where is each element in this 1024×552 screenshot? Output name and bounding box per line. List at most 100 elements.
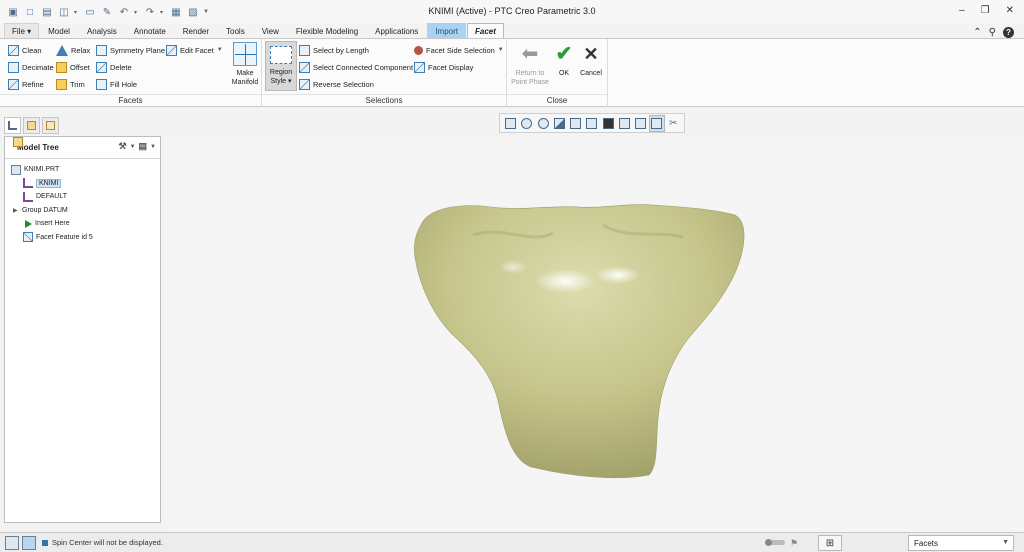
- chevron-down-icon[interactable]: ▼: [150, 144, 156, 150]
- cancel-button[interactable]: ✕ Cancel: [577, 42, 605, 78]
- delete-button[interactable]: Delete: [96, 60, 132, 74]
- zoom-out-icon[interactable]: [536, 115, 551, 132]
- decimate-button[interactable]: Decimate: [8, 60, 54, 74]
- insert-arrow-icon: [25, 219, 32, 228]
- chevron-down-icon[interactable]: ▼: [1002, 539, 1009, 546]
- symmetry-plane-button[interactable]: Symmetry Plane: [96, 43, 165, 57]
- flag-icon[interactable]: ⚑: [790, 538, 798, 549]
- tab-facet[interactable]: Facet: [466, 23, 504, 38]
- chevron-down-icon[interactable]: ▾: [74, 9, 80, 16]
- chevron-down-icon[interactable]: ▾: [160, 9, 166, 16]
- refine-button[interactable]: Refine: [8, 77, 44, 91]
- tree-item-insert-here[interactable]: Insert Here: [5, 217, 160, 231]
- customize-toolbar-icon[interactable]: ▼: [203, 9, 209, 15]
- window-icon[interactable]: ▧: [186, 5, 200, 19]
- show-menu-icon[interactable]: ▤: [139, 141, 148, 152]
- tree-settings-icon[interactable]: ⚒: [119, 141, 127, 152]
- tab-flexible-modeling[interactable]: Flexible Modeling: [288, 23, 366, 38]
- tree-item-part[interactable]: KNIMI.PRT: [5, 163, 160, 177]
- tab-analysis[interactable]: Analysis: [79, 23, 125, 38]
- facet-model[interactable]: [413, 195, 749, 480]
- edit-facet-icon: [166, 44, 177, 56]
- x-icon: ✕: [583, 43, 599, 64]
- minimize-icon[interactable]: –: [959, 5, 965, 16]
- facet-display-button[interactable]: Facet Display: [414, 60, 473, 74]
- navigator-toggle-icon[interactable]: [5, 535, 19, 550]
- status-message: Spin Center will not be displayed.: [52, 538, 163, 547]
- help-icon[interactable]: ?: [1003, 27, 1014, 38]
- repaint-icon[interactable]: [552, 115, 567, 132]
- tab-tools[interactable]: Tools: [218, 23, 253, 38]
- make-manifold-button[interactable]: Make Manifold: [230, 42, 260, 87]
- edit-icon[interactable]: ✎: [100, 5, 114, 19]
- open-file-icon[interactable]: ▤: [40, 5, 54, 19]
- clean-button[interactable]: Clean: [8, 43, 42, 57]
- zoom-in-icon[interactable]: [519, 115, 534, 132]
- chevron-down-icon[interactable]: ▼: [498, 47, 504, 53]
- scissors-icon[interactable]: ✂: [666, 115, 681, 132]
- tree-item-csys[interactable]: KNIMI: [5, 177, 160, 191]
- display-style-icon[interactable]: [568, 115, 583, 132]
- tab-render[interactable]: Render: [175, 23, 217, 38]
- favorites-tab[interactable]: [42, 117, 59, 134]
- new-file-icon[interactable]: □: [23, 5, 37, 19]
- tab-view[interactable]: View: [254, 23, 287, 38]
- facet-side-selection-icon: [414, 45, 423, 55]
- reverse-selection-button[interactable]: Reverse Selection: [299, 77, 374, 91]
- browser-toggle-icon[interactable]: [22, 535, 36, 550]
- expand-icon[interactable]: ▶: [13, 207, 19, 214]
- chevron-down-icon[interactable]: ▾: [134, 9, 140, 16]
- regen-slider[interactable]: [765, 539, 785, 546]
- ribbon-collapse-icon[interactable]: ⌃: [973, 27, 981, 38]
- tab-file[interactable]: File ▾: [4, 23, 40, 38]
- delete-icon: [96, 61, 107, 73]
- edit-facet-button[interactable]: Edit Facet ▼: [166, 43, 223, 57]
- open-session-icon[interactable]: ◫: [57, 5, 71, 19]
- save-icon[interactable]: ▦: [169, 5, 183, 19]
- facet-side-selection-button[interactable]: Facet Side Selection ▼: [414, 43, 504, 57]
- folder-browser-tab[interactable]: [23, 117, 40, 134]
- annotation-display-icon[interactable]: [633, 115, 648, 132]
- search-icon[interactable]: ⚲: [989, 27, 996, 38]
- offset-button[interactable]: Offset: [56, 60, 90, 74]
- tab-model[interactable]: Model: [40, 23, 78, 38]
- tab-import[interactable]: Import: [427, 23, 466, 38]
- region-style-button[interactable]: Region Style ▾: [265, 41, 297, 91]
- select-by-length-button[interactable]: Select by Length: [299, 43, 369, 57]
- tree-item-default[interactable]: DEFAULT: [5, 190, 160, 204]
- undo-icon[interactable]: ↶: [117, 5, 131, 19]
- saved-orientations-icon[interactable]: [584, 115, 599, 132]
- spin-center-icon[interactable]: [649, 114, 665, 132]
- datum-display-icon[interactable]: [617, 115, 632, 132]
- redo-icon[interactable]: ↷: [143, 5, 157, 19]
- tree-item-group-datum[interactable]: ▶ Group DATUM: [5, 137, 160, 218]
- model-tree: KNIMI.PRT KNIMI DEFAULT ▶ Group DATUM In…: [5, 137, 160, 245]
- tree-item-facet-feature[interactable]: Facet Feature id 5: [5, 231, 160, 245]
- return-to-point-phase-button[interactable]: ⬅ Return to Point Phase: [509, 42, 551, 87]
- relax-button[interactable]: Relax: [56, 43, 90, 57]
- folder-icon[interactable]: ▭: [83, 5, 97, 19]
- tab-applications[interactable]: Applications: [367, 23, 426, 38]
- ribbon-tabs: File ▾ Model Analysis Annotate Render To…: [0, 23, 1024, 39]
- select-connected-component-button[interactable]: Select Connected Component: [299, 60, 413, 74]
- selection-filter[interactable]: Facets ▼: [908, 535, 1014, 551]
- model-tree-tab[interactable]: [4, 117, 21, 134]
- select-connected-icon: [299, 61, 310, 73]
- ok-button[interactable]: ✔ OK: [553, 42, 575, 78]
- restore-icon[interactable]: ❐: [981, 5, 990, 16]
- close-icon[interactable]: ✕: [1006, 5, 1014, 16]
- refit-icon[interactable]: [503, 115, 518, 132]
- chevron-down-icon[interactable]: ▼: [217, 47, 223, 53]
- facets-group-label: Facets: [0, 94, 261, 107]
- coordinate-system-icon: [23, 191, 33, 202]
- fill-hole-button[interactable]: Fill Hole: [96, 77, 137, 91]
- trim-button[interactable]: Trim: [56, 77, 85, 91]
- chevron-down-icon[interactable]: ▼: [130, 144, 136, 150]
- checkmark-icon: ✔: [555, 42, 573, 65]
- find-icon[interactable]: ⊞: [818, 535, 842, 551]
- facets-group: Clean Relax Symmetry Plane Edit Facet ▼ D…: [0, 39, 262, 107]
- view-manager-icon[interactable]: [601, 115, 616, 132]
- select-by-length-icon: [299, 44, 310, 56]
- model-tree-header: Model Tree ⚒ ▼ ▤ ▼: [5, 137, 160, 159]
- tab-annotate[interactable]: Annotate: [126, 23, 174, 38]
